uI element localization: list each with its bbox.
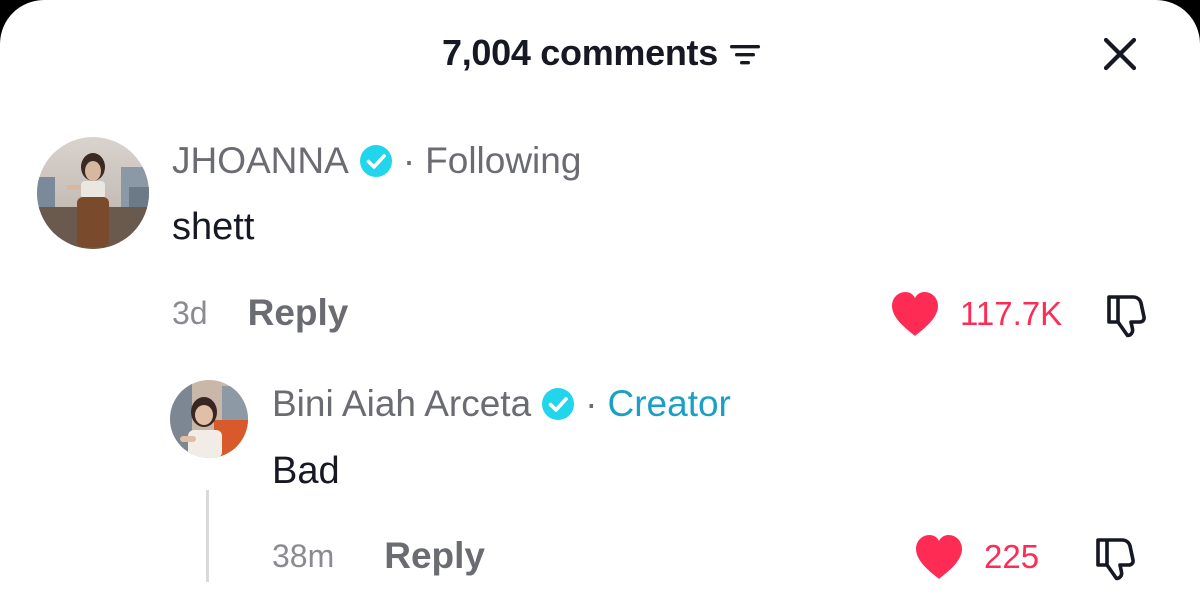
comment-2-username[interactable]: Bini Aiah Arceta	[272, 383, 531, 425]
heart-filled-icon	[916, 535, 962, 579]
comment-2-text: Bad	[272, 450, 340, 492]
sort-lines-icon[interactable]	[728, 40, 762, 70]
verified-badge-icon	[542, 388, 575, 420]
comment-1-username[interactable]: JHOANNA	[172, 140, 349, 182]
comment-2-header: Bini Aiah Arceta · Creator	[272, 383, 731, 425]
comment-2-reply-button[interactable]: Reply	[384, 535, 485, 577]
dislike-icon[interactable]	[1092, 534, 1140, 582]
close-button[interactable]	[1096, 30, 1144, 78]
following-tag: Following	[425, 140, 582, 181]
comment-1-like-count: 117.7K	[960, 295, 1063, 332]
avatar[interactable]	[37, 137, 149, 249]
heart-filled-icon	[892, 292, 938, 336]
comment-2-meta: 38m Reply	[272, 535, 485, 577]
avatar-photo-icon	[37, 137, 149, 249]
comments-sheet: 7,004 comments JHOANNA · Following shett…	[0, 0, 1200, 605]
verified-badge-icon	[359, 145, 392, 177]
comments-header: 7,004 comments	[442, 30, 762, 76]
thread-line	[206, 490, 209, 582]
separator-dot: ·	[585, 383, 598, 424]
comment-1-text: shett	[172, 206, 255, 248]
comment-1-reply-button[interactable]: Reply	[248, 292, 349, 334]
avatar-photo-icon	[170, 380, 248, 458]
comment-1-like-button[interactable]: 117.7K	[888, 290, 1062, 338]
comment-1-time: 3d	[172, 294, 208, 331]
creator-tag: Creator	[607, 383, 731, 424]
comment-2-like-count: 225	[984, 538, 1040, 575]
close-icon	[1103, 37, 1137, 71]
avatar[interactable]	[170, 380, 248, 458]
comment-1-header: JHOANNA · Following	[172, 140, 581, 182]
comment-2-like-button[interactable]: 225	[912, 533, 1039, 581]
dislike-icon[interactable]	[1103, 291, 1151, 339]
separator-dot: ·	[402, 140, 416, 181]
comments-count-title: 7,004 comments	[442, 32, 718, 73]
comment-2-time: 38m	[272, 537, 335, 574]
comment-1-meta: 3d Reply	[172, 292, 348, 334]
